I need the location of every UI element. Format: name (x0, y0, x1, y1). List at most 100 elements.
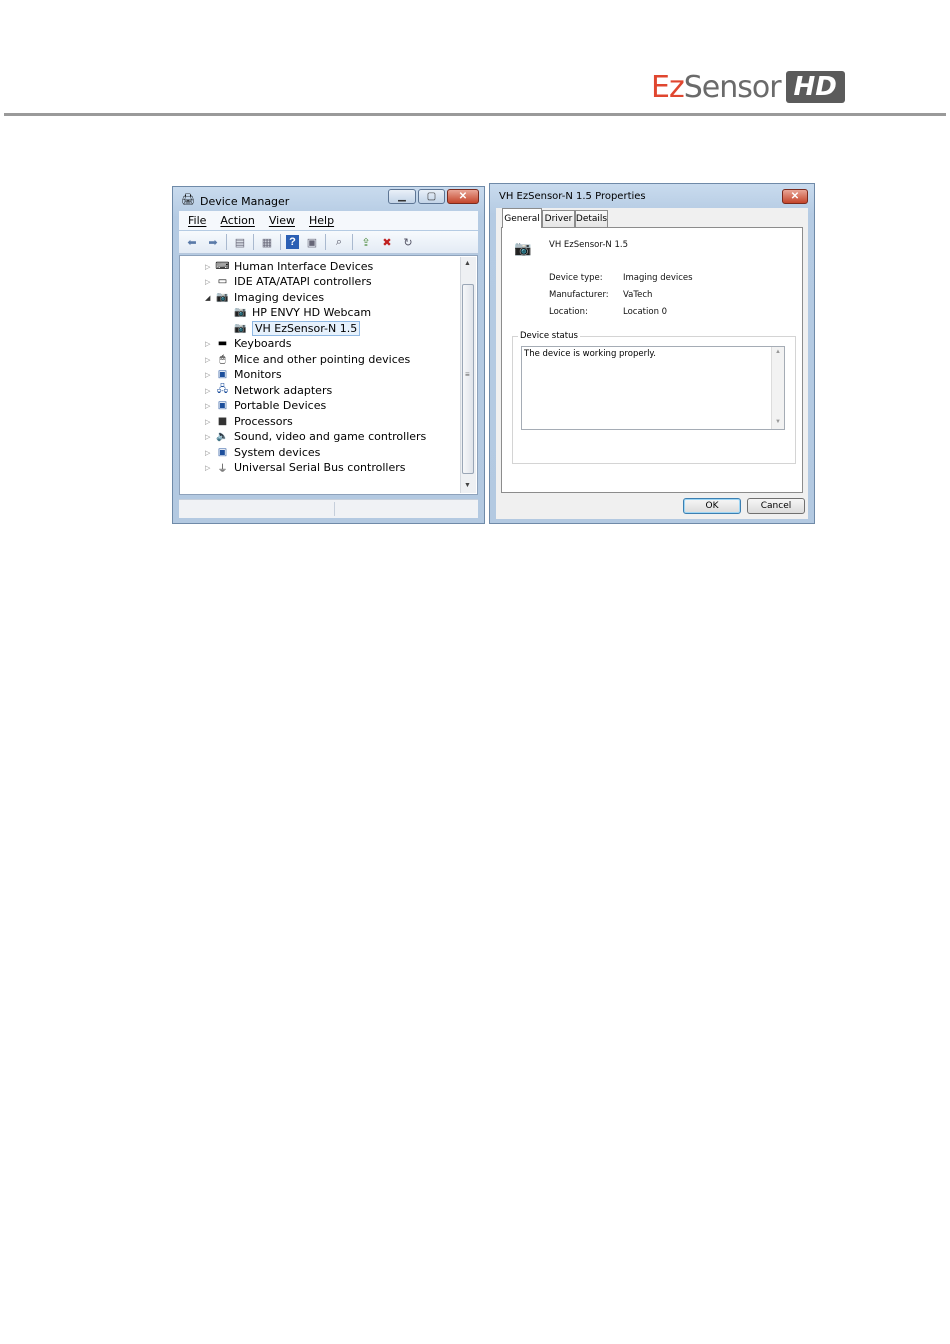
collapsed-arrow-icon[interactable]: ▷ (205, 449, 213, 457)
camera-icon: 📷 (234, 307, 247, 318)
device-tree: ▷ ⌨ Human Interface Devices ▷ ▭ IDE ATA/… (179, 255, 478, 495)
tree-item-label: Human Interface Devices (234, 260, 374, 273)
tree-item-label: Sound, video and game controllers (234, 430, 427, 443)
ezsensor-hd-logo: Ez Sensor HD (651, 69, 845, 105)
collapsed-arrow-icon[interactable]: ▷ (205, 464, 213, 472)
menu-bar: File Action View Help (179, 211, 478, 230)
device-type-value: Imaging devices (623, 273, 693, 283)
maximize-button[interactable]: ▢ (418, 189, 445, 204)
collapsed-arrow-icon[interactable]: ▷ (205, 340, 213, 348)
properties-icon[interactable]: ▦ (259, 235, 275, 249)
update-driver-icon[interactable]: ⇪ (358, 235, 374, 249)
keyboard-icon: ▬ (217, 338, 228, 349)
scroll-down-arrow-icon[interactable]: ▼ (464, 482, 471, 489)
collapsed-arrow-icon[interactable]: ▷ (205, 371, 213, 379)
device-name: VH EzSensor-N 1.5 (549, 240, 628, 250)
scroll-up-arrow-icon[interactable]: ▲ (775, 349, 781, 355)
tree-item-label: Network adapters (234, 384, 333, 397)
grip-icon: ≡ (465, 370, 470, 379)
tree-item-hp-webcam[interactable]: 📷 HP ENVY HD Webcam (233, 305, 371, 320)
tree-item-mice[interactable]: ▷ 🖱 Mice and other pointing devices (205, 352, 410, 367)
tree-item-ezsensor[interactable]: 📷 VH EzSensor-N 1.5 (233, 321, 361, 336)
usb-icon: ⏚ (217, 464, 228, 475)
device-status-textbox[interactable]: The device is working properly. ▲ ▼ (521, 346, 785, 430)
console-icon[interactable]: ▣ (304, 235, 320, 249)
scroll-down-arrow-icon[interactable]: ▼ (775, 419, 781, 425)
status-bar-pane (179, 502, 335, 516)
properties-dialog: VH EzSensor-N 1.5 Properties ✕ General D… (489, 183, 815, 524)
menu-action[interactable]: Action (220, 214, 254, 227)
collapsed-arrow-icon[interactable]: ▷ (205, 356, 213, 364)
collapsed-arrow-icon[interactable]: ▷ (205, 402, 213, 410)
network-icon: 🖧 (216, 384, 229, 395)
ok-button[interactable]: OK (683, 498, 741, 514)
toolbar-separator (325, 234, 326, 250)
vertical-scrollbar[interactable]: ▲ ≡ ▼ (460, 257, 476, 493)
ide-controller-icon: ▭ (217, 276, 228, 287)
enable-device-icon[interactable]: ↻ (400, 235, 416, 249)
help-icon[interactable]: ? (286, 235, 299, 249)
hid-icon: ⌨ (215, 261, 230, 272)
tab-driver[interactable]: Driver (542, 210, 575, 227)
uninstall-icon[interactable]: ✖ (379, 235, 395, 249)
monitor-icon: ▣ (217, 369, 228, 380)
header-divider (4, 113, 946, 116)
properties-title: VH EzSensor-N 1.5 Properties (499, 191, 646, 202)
status-textbox-scrollbar[interactable]: ▲ ▼ (771, 347, 784, 429)
minimize-icon: ▁ (398, 191, 406, 202)
tab-general[interactable]: General (502, 208, 542, 228)
tree-item-label: HP ENVY HD Webcam (252, 306, 372, 319)
toolbar: ⬅ ➡ ▤ ▦ ? ▣ ⌕ ⇪ ✖ ↻ (179, 231, 478, 254)
tree-item-label: Portable Devices (234, 399, 327, 412)
minimize-button[interactable]: ▁ (388, 189, 416, 204)
scan-hardware-icon[interactable]: ⌕ (331, 235, 347, 249)
dialog-body: General Driver Details 📷 VH EzSensor-N 1… (496, 208, 808, 519)
collapsed-arrow-icon[interactable]: ▷ (205, 433, 213, 441)
scroll-up-arrow-icon[interactable]: ▲ (464, 260, 471, 267)
tree-item-usb[interactable]: ▷ ⏚ Universal Serial Bus controllers (205, 460, 405, 475)
device-status-group: Device status The device is working prop… (512, 331, 796, 464)
tree-item-hid[interactable]: ▷ ⌨ Human Interface Devices (205, 259, 373, 274)
tab-details[interactable]: Details (575, 210, 608, 227)
tree-item-processors[interactable]: ▷ ■ Processors (205, 414, 293, 429)
tree-item-system[interactable]: ▷ ▣ System devices (205, 445, 320, 460)
menu-file[interactable]: File (188, 214, 206, 227)
tree-item-label: System devices (234, 446, 321, 459)
close-button[interactable]: ✕ (447, 189, 479, 204)
portable-device-icon: ▣ (217, 400, 228, 411)
device-status-text: The device is working properly. (524, 349, 656, 359)
tree-item-network[interactable]: ▷ 🖧 Network adapters (205, 383, 332, 398)
speaker-icon: 🔈 (216, 431, 229, 442)
tree-item-monitors[interactable]: ▷ ▣ Monitors (205, 367, 282, 382)
collapsed-arrow-icon[interactable]: ▷ (205, 418, 213, 426)
logo-sensor-text: Sensor (683, 69, 782, 105)
location-value: Location 0 (623, 307, 668, 317)
tree-item-label: Imaging devices (234, 291, 325, 304)
device-manager-window-icon: 🖨 (181, 194, 195, 206)
menu-help[interactable]: Help (309, 214, 334, 227)
collapsed-arrow-icon[interactable]: ▷ (205, 263, 213, 271)
system-icon: ▣ (217, 447, 228, 458)
tree-item-keyboards[interactable]: ▷ ▬ Keyboards (205, 336, 291, 351)
tree-item-label: Keyboards (234, 337, 292, 350)
cancel-button[interactable]: Cancel (747, 498, 805, 514)
collapsed-arrow-icon[interactable]: ▷ (205, 278, 213, 286)
tree-item-imaging[interactable]: ◢ 📷 Imaging devices (205, 290, 324, 305)
tree-item-sound[interactable]: ▷ 🔈 Sound, video and game controllers (205, 429, 426, 444)
collapsed-arrow-icon[interactable]: ▷ (205, 387, 213, 395)
dialog-close-button[interactable]: ✕ (782, 189, 808, 204)
show-hide-tree-icon[interactable]: ▤ (232, 235, 248, 249)
status-bar-pane (335, 502, 477, 516)
tree-item-portable[interactable]: ▷ ▣ Portable Devices (205, 398, 326, 413)
expanded-arrow-icon[interactable]: ◢ (205, 294, 213, 302)
back-arrow-icon[interactable]: ⬅ (184, 235, 200, 249)
tree-item-label: Mice and other pointing devices (234, 353, 411, 366)
menu-view[interactable]: View (269, 214, 295, 227)
scrollbar-thumb[interactable]: ≡ (462, 284, 474, 474)
tree-item-ide[interactable]: ▷ ▭ IDE ATA/ATAPI controllers (205, 274, 372, 289)
close-icon: ✕ (458, 191, 468, 202)
forward-arrow-icon[interactable]: ➡ (205, 235, 221, 249)
camera-icon: 📷 (234, 323, 247, 334)
toolbar-separator (280, 234, 281, 250)
toolbar-separator (352, 234, 353, 250)
